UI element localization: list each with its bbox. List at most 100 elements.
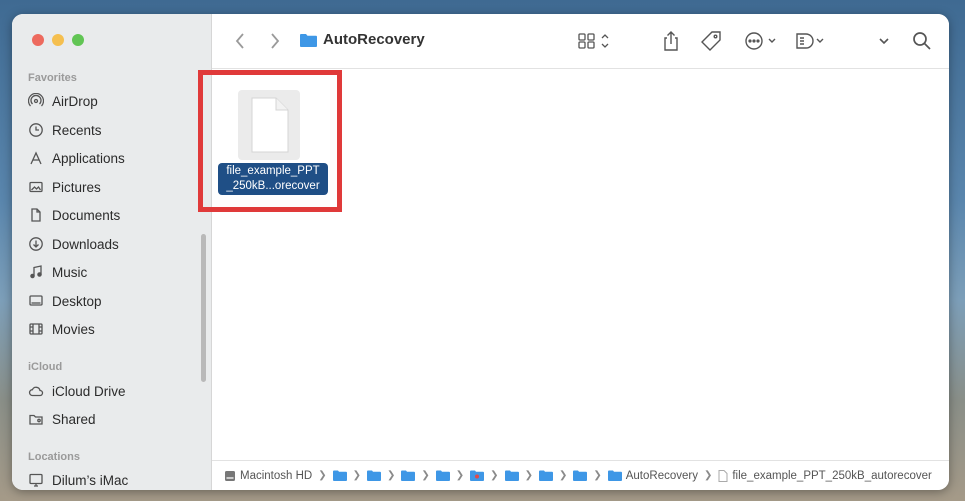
sidebar-item-desktop[interactable]: Desktop [28,290,102,312]
sidebar-item-recents[interactable]: Recents [28,119,102,141]
folder-icon [607,470,622,481]
sidebar-item-label: Documents [52,207,121,223]
window-title-label: AutoRecovery [323,31,425,48]
sidebar-item-applications[interactable]: Applications [28,147,125,169]
sidebar-item-label: AirDrop [52,93,98,109]
sidebar-item-documents[interactable]: Documents [28,204,120,226]
path-segment-autorecovery[interactable]: AutoRecovery [607,469,698,482]
path-file-label: file_example_PPT_250kB_autorecover [732,469,932,482]
sidebar-item-movies[interactable]: Movies [28,318,95,340]
sidebar-item-label: Recents [52,122,102,138]
view-mode-button[interactable] [576,30,614,52]
folder-icon [300,33,317,47]
sidebar-item-label: Pictures [52,179,101,195]
section-title-favorites: Favorites [28,72,77,84]
sidebar-item-label: Movies [52,321,95,337]
sidebar-item-label: iCloud Drive [52,383,126,399]
sidebar-item-label: Applications [52,150,125,166]
search-icon [913,32,931,50]
section-title-icloud: iCloud [28,361,63,373]
path-separator: ❯ [703,470,713,481]
path-segment-root[interactable]: Macintosh HD [224,470,312,482]
preview-options-button[interactable] [794,29,828,53]
sidebar-item-label: Music [52,264,88,280]
file-name-label[interactable]: file_example_PPT _250kB...orecover [218,163,328,195]
window-controls [32,34,84,46]
imac-icon [29,473,43,487]
folder-icon[interactable] [401,470,416,481]
folder-icon[interactable] [573,470,588,481]
hard-drive-icon [225,470,235,481]
download-icon [29,237,43,251]
path-separator: ❯ [421,470,430,481]
document-icon [718,469,728,482]
folder-icon[interactable] [332,470,347,481]
back-icon [235,33,244,49]
path-separator: ❯ [490,470,499,481]
shared-folder-icon [29,414,43,425]
sidebar-item-pictures[interactable]: Pictures [28,176,101,198]
minimize-window-button[interactable] [52,34,64,46]
path-separator: ❯ [387,470,396,481]
window-title: AutoRecovery [300,31,425,48]
music-icon [30,265,42,279]
desktop-icon [29,295,43,306]
sidebar-item-music[interactable]: Music [28,261,87,283]
path-separator: ❯ [558,470,568,481]
path-separator: ❯ [352,470,361,481]
folder-icon[interactable] [435,470,450,481]
document-icon [31,208,41,222]
sidebar-item-label: Shared [52,411,96,427]
file-browser-content: file_example_PPT _250kB...orecover [198,69,949,459]
grid-view-icon [578,33,609,49]
sidebar-scrollbar[interactable] [201,234,206,382]
file-name-line-2: _250kB...orecover [226,180,320,192]
photo-icon [29,181,43,193]
sidebar-item-icloud-drive[interactable]: iCloud Drive [28,380,126,402]
clock-icon [29,123,43,137]
toolbar: AutoRecovery [212,14,949,69]
share-icon [664,31,678,51]
sidebar: Favorites AirDrop Recents Applications P… [12,14,212,490]
path-segment-file[interactable]: file_example_PPT_250kB_autorecover [718,469,932,482]
chevron-down-icon [879,38,889,45]
path-folder-label: AutoRecovery [625,469,698,482]
sidebar-item-downloads[interactable]: Downloads [28,233,119,255]
library-folder-icon[interactable] [470,470,485,481]
share-button[interactable] [660,28,682,54]
group-options-button[interactable] [874,31,894,51]
tag-button[interactable] [699,29,723,53]
more-icon [745,32,776,50]
finder-window: Favorites AirDrop Recents Applications P… [12,14,949,490]
sidebar-item-label: Downloads [52,236,119,252]
document-icon [238,90,300,160]
tag-icon [701,31,721,51]
path-separator: ❯ [593,470,602,481]
folder-icon[interactable] [504,470,519,481]
zoom-window-button[interactable] [72,34,84,46]
path-bar: Macintosh HD ❯ ❯ ❯ ❯ ❯ ❯ ❯ ❯ ❯ AutoRecov… [212,460,949,490]
sidebar-item-shared[interactable]: Shared [28,408,96,430]
folder-icon[interactable] [367,470,381,481]
back-button[interactable] [230,30,250,52]
forward-icon [271,33,280,49]
sidebar-item-airdrop[interactable]: AirDrop [28,90,98,112]
sidebar-item-label: Dilum’s iMac [52,472,129,488]
path-separator: ❯ [524,470,533,481]
folder-icon[interactable] [538,470,553,481]
applications-icon [30,151,42,165]
sidebar-item-label: Desktop [52,293,102,309]
section-title-locations: Locations [28,451,80,463]
film-icon [29,323,43,335]
preview-icon [796,33,824,49]
forward-button[interactable] [265,30,285,52]
path-root-label: Macintosh HD [240,469,313,482]
airdrop-icon [28,93,44,107]
path-separator: ❯ [318,470,327,481]
more-actions-button[interactable] [743,29,781,53]
search-button[interactable] [910,29,934,53]
close-window-button[interactable] [32,34,44,46]
cloud-icon [28,386,44,397]
sidebar-item-imac[interactable]: Dilum’s iMac [28,469,128,490]
path-separator: ❯ [455,470,465,481]
